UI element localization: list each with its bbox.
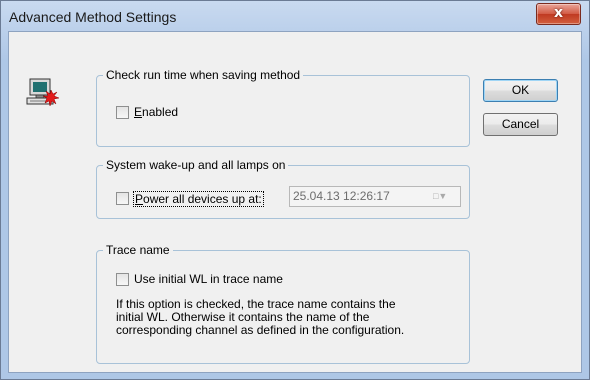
enabled-label-rest: nabled	[142, 105, 179, 119]
power-label-accel: P	[135, 192, 144, 206]
enabled-label-accel: E	[134, 105, 143, 119]
dialog-window: Advanced Method Settings x Check run tim…	[0, 0, 590, 380]
use-initial-wl-label[interactable]: Use initial WL in trace name	[134, 272, 283, 286]
power-label-rest: ower all devices up at:	[143, 192, 262, 206]
group-legend-trace-name: Trace name	[103, 243, 173, 257]
window-title: Advanced Method Settings	[9, 9, 177, 25]
power-all-devices-label[interactable]: Power all devices up at:	[133, 191, 264, 207]
close-button[interactable]: x	[536, 3, 581, 25]
wake-up-datetime-picker[interactable]: 25.04.13 12:26:17 □▼	[289, 186, 461, 207]
group-legend-run-time: Check run time when saving method	[103, 68, 304, 82]
group-trace-name: Trace name Use initial WL in trace name …	[96, 243, 470, 364]
use-initial-wl-checkbox[interactable]	[116, 273, 129, 286]
description-line: corresponding channel as defined in the …	[116, 323, 405, 337]
close-icon: x	[553, 5, 564, 21]
ok-button[interactable]: OK	[483, 79, 558, 102]
power-all-devices-checkbox[interactable]	[116, 192, 129, 205]
enabled-label[interactable]: Enabled	[134, 105, 178, 119]
calendar-dropdown-icon[interactable]: □▼	[433, 190, 457, 203]
computer-alert-icon	[26, 78, 60, 107]
group-legend-wake-up: System wake-up and all lamps on	[103, 158, 289, 172]
trace-name-description: If this option is checked, the trace nam…	[116, 298, 466, 337]
wake-up-datetime-value: 25.04.13 12:26:17	[293, 189, 390, 203]
group-check-run-time: Check run time when saving method Enable…	[96, 68, 470, 147]
dialog-client-area: Check run time when saving method Enable…	[8, 31, 582, 373]
title-bar[interactable]: Advanced Method Settings x	[1, 1, 589, 31]
cancel-button[interactable]: Cancel	[483, 113, 558, 136]
group-wake-up: System wake-up and all lamps on Power al…	[96, 158, 470, 219]
enabled-checkbox[interactable]	[116, 106, 129, 119]
